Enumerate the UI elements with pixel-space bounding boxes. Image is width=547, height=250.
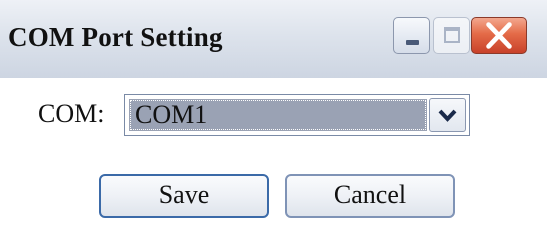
dropdown-button[interactable]: [429, 98, 466, 132]
title-bar[interactable]: COM Port Setting: [0, 0, 547, 78]
save-button[interactable]: Save: [99, 174, 269, 218]
minimize-icon: [406, 40, 419, 45]
cancel-button[interactable]: Cancel: [285, 174, 455, 218]
minimize-button[interactable]: [393, 17, 430, 54]
maximize-button[interactable]: [433, 17, 470, 54]
close-icon: [486, 22, 512, 49]
com-port-selected-value[interactable]: COM1: [129, 99, 427, 131]
com-label: COM:: [38, 99, 105, 128]
com-port-setting-window: COM Port Setting COM: COM1 Save Cancel: [0, 0, 547, 250]
close-button[interactable]: [471, 17, 527, 54]
maximize-icon: [444, 27, 460, 43]
chevron-down-icon: [438, 109, 457, 122]
com-port-select[interactable]: COM1: [124, 94, 470, 136]
window-title: COM Port Setting: [8, 22, 223, 52]
